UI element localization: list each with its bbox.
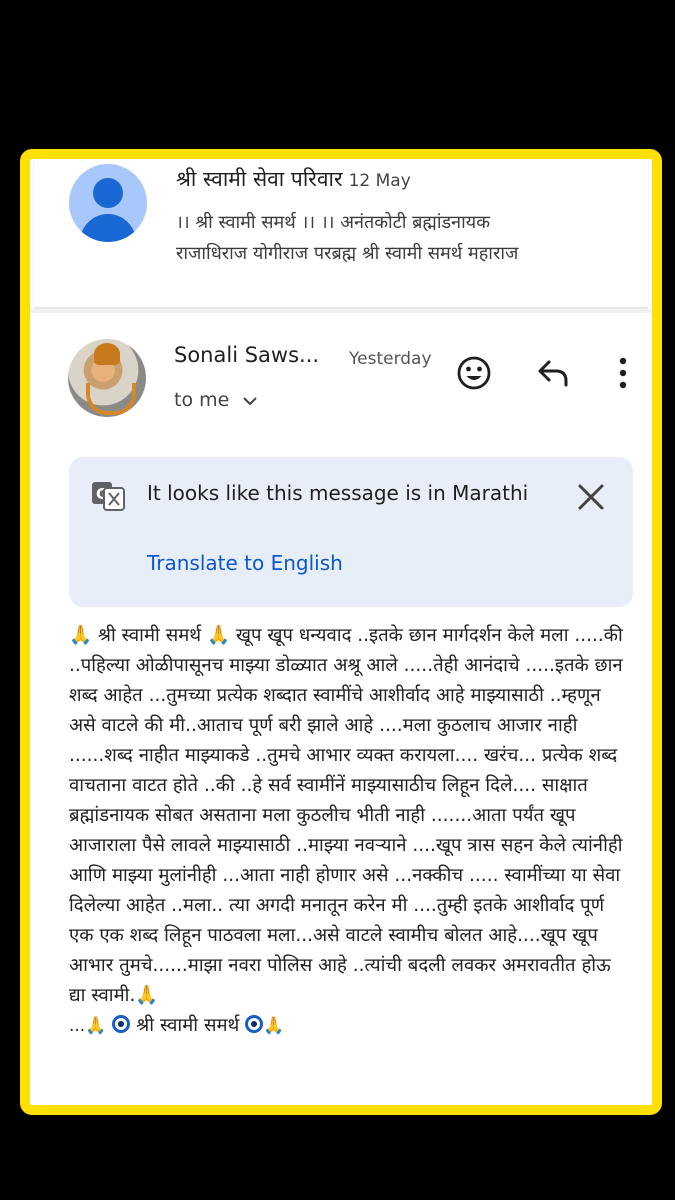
google-translate-icon: G	[91, 481, 125, 511]
default-avatar	[69, 164, 147, 242]
previous-email-header: श्री स्वामी सेवा परिवार 12 May	[176, 165, 411, 193]
closing-suffix: 🙏	[263, 1016, 285, 1036]
avatar-garland-shape	[86, 383, 136, 415]
closing-prefix: ...🙏	[69, 1016, 107, 1036]
nazar-amulet-icon	[112, 1015, 131, 1033]
recipient-toggle[interactable]: to me	[174, 389, 258, 411]
more-options-button[interactable]	[603, 355, 643, 395]
message-time: Yesterday	[349, 349, 432, 369]
closing-text: श्री स्वामी समर्थ	[136, 1015, 240, 1036]
add-reaction-button[interactable]	[454, 355, 494, 395]
avatar-torso-shape	[80, 214, 136, 242]
previous-email-snippet-line1: ।। श्री स्वामी समर्थ ।। ।। अनंतकोटी ब्रह…	[176, 212, 491, 233]
reply-button[interactable]	[533, 355, 573, 395]
card-separator	[30, 309, 652, 313]
message-body-text: 🙏 श्री स्वामी समर्थ 🙏 खूप खूप धन्यवाद ..…	[69, 625, 623, 1006]
previous-email-snippet-line2: राजाधिराज योगीराज परब्रह्म श्री स्वामी स…	[176, 243, 519, 264]
previous-email-snippet: ।। श्री स्वामी समर्थ ।। ।। अनंतकोटी ब्रह…	[176, 207, 636, 269]
avatar-head-shape	[93, 178, 123, 208]
message-body: 🙏 श्री स्वामी समर्थ 🙏 खूप खूप धन्यवाद ..…	[69, 621, 629, 1041]
recipient-label: to me	[174, 389, 230, 411]
translate-banner: G It looks like this message is in Marat…	[69, 457, 633, 607]
avatar-turban-shape	[94, 343, 120, 365]
reply-icon	[536, 358, 570, 392]
more-options-icon	[618, 357, 628, 393]
previous-email-date: 12 May	[348, 171, 411, 191]
chevron-down-icon	[243, 391, 258, 410]
nazar-amulet-icon	[245, 1015, 264, 1033]
close-icon[interactable]	[575, 481, 607, 513]
translate-banner-message: It looks like this message is in Marathi	[147, 481, 529, 505]
sender-name[interactable]: Sonali Saws...	[174, 343, 319, 367]
previous-email-sender: श्री स्वामी सेवा परिवार	[176, 167, 343, 191]
add-reaction-icon	[456, 355, 492, 395]
previous-email-card[interactable]: श्री स्वामी सेवा परिवार 12 May ।। श्री स्…	[34, 159, 648, 308]
screenshot-frame: श्री स्वामी सेवा परिवार 12 May ।। श्री स्…	[20, 149, 662, 1115]
sender-avatar[interactable]	[68, 339, 146, 417]
translate-to-english-link[interactable]: Translate to English	[147, 551, 343, 575]
message-closing-line: ...🙏 श्री स्वामी समर्थ 🙏	[69, 1011, 629, 1041]
